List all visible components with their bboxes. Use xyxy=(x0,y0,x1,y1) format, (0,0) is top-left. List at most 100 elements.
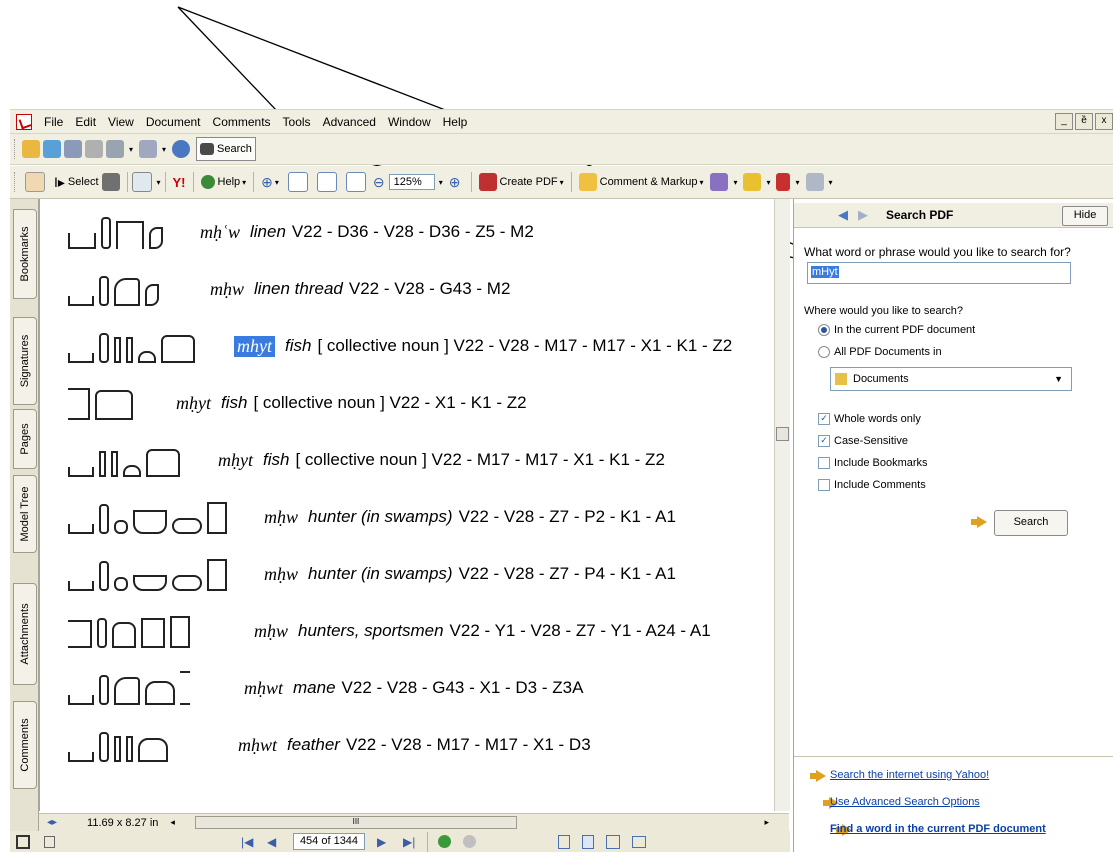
menu-tools[interactable]: Tools xyxy=(277,115,317,129)
pages-icon[interactable] xyxy=(131,172,152,192)
organizer-icon[interactable] xyxy=(43,140,61,158)
chevron-down-icon[interactable]: ▾ xyxy=(733,178,737,187)
zoom-in-tool-button[interactable]: ⊕ ▾ xyxy=(261,170,279,194)
chevron-down-icon[interactable]: ▾ xyxy=(829,178,833,187)
zoom-in-icon[interactable]: ⊕ xyxy=(449,174,461,191)
transliteration: mḥyt xyxy=(176,392,211,413)
forward-view-icon[interactable] xyxy=(463,835,476,848)
advanced-search-link[interactable]: Use Advanced Search Options xyxy=(830,796,980,808)
help-button[interactable]: Help ▾ xyxy=(200,170,246,194)
tab-signatures[interactable]: Signatures xyxy=(13,317,37,405)
back-arrow-icon[interactable]: ◀ xyxy=(838,207,848,223)
continuous-facing-layout-icon[interactable] xyxy=(632,835,646,848)
include-comments-checkbox[interactable]: Include Comments xyxy=(818,479,926,492)
tab-comments[interactable]: Comments xyxy=(13,701,37,789)
menu-help[interactable]: Help xyxy=(437,115,474,129)
transliteration: mḥw xyxy=(254,620,289,641)
previous-page-icon[interactable]: ◀ xyxy=(267,836,281,848)
scrollbar-thumb[interactable] xyxy=(776,427,789,441)
vertical-scrollbar[interactable] xyxy=(774,199,790,811)
snapshot-icon[interactable] xyxy=(101,173,120,191)
include-bookmarks-checkbox[interactable]: Include Bookmarks xyxy=(818,457,928,470)
forward-arrow-icon[interactable]: ▶ xyxy=(858,207,868,223)
search-button[interactable]: Search xyxy=(994,510,1068,536)
horizontal-scrollbar[interactable]: ◂▸ 11.69 x 8.27 in ◂ III ▸ xyxy=(39,813,789,831)
horizontal-scrollbar-thumb[interactable]: III xyxy=(194,816,517,829)
minimize-button[interactable]: _ xyxy=(1055,113,1073,130)
menu-view[interactable]: View xyxy=(102,115,140,129)
tab-model-tree[interactable]: Model Tree xyxy=(13,475,37,553)
chevron-down-icon[interactable]: ▾ xyxy=(766,178,770,187)
comment-markup-button[interactable]: Comment & Markup ▾ xyxy=(578,170,704,194)
document-tools-icon[interactable] xyxy=(106,140,124,158)
scroll-right-icon[interactable]: ▸ xyxy=(764,817,769,828)
menu-window[interactable]: Window xyxy=(382,115,437,129)
menu-edit[interactable]: Edit xyxy=(69,115,102,129)
fit-width-icon[interactable] xyxy=(345,172,366,192)
radio-all-documents[interactable]: All PDF Documents in xyxy=(818,346,942,359)
page-number-field[interactable]: 454 of 1344 xyxy=(293,833,365,850)
document-page[interactable]: mḥʿw linen V22 - D36 - V28 - D36 - Z5 - … xyxy=(39,199,786,811)
fit-page-icon[interactable] xyxy=(316,172,337,192)
tab-attachments[interactable]: Attachments xyxy=(13,583,37,685)
search-input[interactable]: mHyt xyxy=(807,262,1071,284)
attach-icon[interactable] xyxy=(139,140,158,158)
sign-icon[interactable] xyxy=(710,173,729,191)
find-word-link[interactable]: Find a word in the current PDF document xyxy=(830,823,1046,835)
hide-button[interactable]: Hide xyxy=(1062,206,1108,226)
zoom-level-field[interactable]: 125% xyxy=(388,174,435,190)
yahoo-button[interactable]: Y! xyxy=(173,170,186,194)
meaning: fish xyxy=(221,393,248,412)
tab-pages[interactable]: Pages xyxy=(13,409,37,469)
search-toolbar-button[interactable]: Search xyxy=(196,137,256,161)
search-query-text: mHyt xyxy=(811,266,839,278)
restore-button[interactable]: ȅ xyxy=(1075,113,1093,130)
menu-advanced[interactable]: Advanced xyxy=(317,115,382,129)
hand-tool-button[interactable] xyxy=(25,170,48,194)
select-tool-button[interactable]: I▸ Select xyxy=(54,170,99,194)
toolbar-grip[interactable] xyxy=(14,139,18,159)
zoom-out-icon[interactable]: ⊖ xyxy=(373,174,385,191)
scroll-left-icon[interactable]: ◂ xyxy=(170,817,175,828)
bookmark-view-icon[interactable] xyxy=(16,834,30,849)
toolbar-grip[interactable] xyxy=(14,172,18,192)
tab-bookmarks[interactable]: Bookmarks xyxy=(13,209,37,299)
forms-icon[interactable] xyxy=(805,173,824,191)
yahoo-search-link[interactable]: Search the internet using Yahoo! xyxy=(830,769,989,781)
chevron-down-icon[interactable]: ▾ xyxy=(795,178,799,187)
next-page-icon[interactable]: ▶ xyxy=(377,836,391,848)
menu-document[interactable]: Document xyxy=(140,115,207,129)
facing-layout-icon[interactable] xyxy=(606,834,620,849)
transliteration: mḥwt xyxy=(238,734,278,755)
chevron-down-icon[interactable]: ▾ xyxy=(162,145,166,154)
sign-codes: V22 - V28 - G43 - X1 - D3 - Z3A xyxy=(341,678,584,697)
single-page-layout-icon[interactable] xyxy=(558,834,570,849)
chevron-down-icon: ▾ xyxy=(699,177,704,187)
menu-comments[interactable]: Comments xyxy=(207,115,277,129)
zoom-dropdown-icon[interactable]: ▾ xyxy=(439,178,443,187)
toolbar-separator xyxy=(470,172,472,192)
actual-size-icon[interactable] xyxy=(287,172,308,192)
email-icon[interactable] xyxy=(172,140,191,158)
whole-words-checkbox[interactable]: ✓ Whole words only xyxy=(818,413,921,426)
radio-current-document[interactable]: In the current PDF document xyxy=(818,324,975,337)
hieroglyph-group xyxy=(68,614,228,648)
menu-file[interactable]: File xyxy=(38,115,69,129)
pen-icon[interactable] xyxy=(776,173,791,191)
case-sensitive-checkbox[interactable]: ✓ Case-Sensitive xyxy=(818,435,908,448)
first-page-icon[interactable]: |◀ xyxy=(241,836,255,848)
split-icon[interactable]: ◂▸ xyxy=(47,817,57,828)
chevron-down-icon[interactable]: ▾ xyxy=(129,145,133,154)
last-page-icon[interactable]: ▶| xyxy=(403,836,417,848)
create-pdf-button[interactable]: Create PDF ▾ xyxy=(478,170,564,194)
close-button[interactable]: x xyxy=(1095,113,1113,130)
lock-icon[interactable] xyxy=(743,173,762,191)
continuous-layout-icon[interactable] xyxy=(582,834,594,849)
chevron-down-icon[interactable]: ▾ xyxy=(157,178,161,187)
open-folder-icon[interactable] xyxy=(22,140,40,158)
save-icon[interactable] xyxy=(64,140,82,158)
location-select[interactable]: Documents ▼ xyxy=(830,367,1072,391)
thumbnail-view-icon[interactable] xyxy=(44,835,55,848)
print-icon[interactable] xyxy=(85,140,103,158)
back-view-icon[interactable] xyxy=(438,835,451,848)
